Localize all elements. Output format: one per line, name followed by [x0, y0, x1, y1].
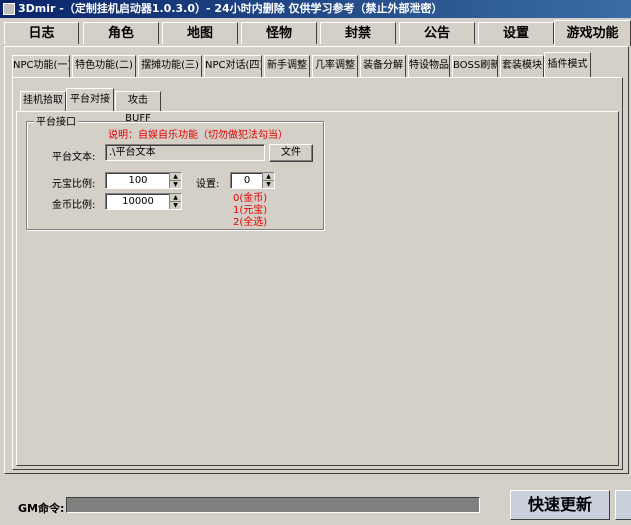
- gold-ratio-label: 金币比例:: [52, 200, 96, 211]
- window-title: 3Dmir -（定制挂机启动器1.0.3.0）- 24小时内删除 仅供学习参考（…: [18, 2, 443, 15]
- innertab-attack-buff[interactable]: 攻击BUFF: [115, 91, 161, 124]
- subtab-boss-refresh[interactable]: BOSS刷新: [452, 55, 498, 77]
- tab-settings[interactable]: 设置: [478, 22, 554, 44]
- spin-up-icon[interactable]: ▲: [170, 173, 181, 181]
- yuanbao-ratio-label: 元宝比例:: [52, 179, 96, 190]
- subtab-newbie-adjust[interactable]: 新手调整: [264, 55, 310, 77]
- subtab-special-functions[interactable]: 特色功能(二): [72, 55, 136, 77]
- setting-value: 0: [243, 175, 251, 186]
- spin-down-icon[interactable]: ▼: [263, 181, 274, 188]
- subtab-special-items[interactable]: 特设物品: [408, 55, 450, 77]
- gm-command-input[interactable]: [66, 497, 480, 513]
- tab-monster[interactable]: 怪物: [241, 22, 317, 44]
- subtab-equipment-decompose[interactable]: 装备分解: [360, 55, 406, 77]
- yuanbao-ratio-input[interactable]: 100 ▲ ▼: [105, 172, 182, 189]
- innertab-auto-pickup[interactable]: 挂机拾取: [20, 91, 66, 111]
- tab-announcement[interactable]: 公告: [399, 22, 475, 44]
- spin-up-icon[interactable]: ▲: [263, 173, 274, 181]
- subtab-npc-functions[interactable]: NPC功能(一): [12, 55, 70, 77]
- spin-down-icon[interactable]: ▼: [170, 181, 181, 188]
- subtab-plugin-mode[interactable]: 插件模式: [544, 52, 591, 78]
- setting-input[interactable]: 0 ▲ ▼: [230, 172, 275, 189]
- gold-ratio-value: 10000: [122, 196, 154, 207]
- spin-down-icon[interactable]: ▼: [170, 202, 181, 209]
- platform-text-field[interactable]: .\平台文本: [105, 144, 265, 161]
- subtab-npc-dialog[interactable]: NPC对话(四): [204, 55, 262, 77]
- yuanbao-ratio-spinner[interactable]: ▲ ▼: [169, 173, 181, 188]
- tab-ban[interactable]: 封禁: [320, 22, 396, 44]
- file-button[interactable]: 文件: [269, 144, 313, 162]
- gold-ratio-input[interactable]: 10000 ▲ ▼: [105, 193, 182, 210]
- title-bar: 3Dmir -（定制挂机启动器1.0.3.0）- 24小时内删除 仅供学习参考（…: [0, 0, 631, 18]
- setting-option-all: 2(全选): [233, 217, 268, 228]
- platform-note: 说明：自娱自乐功能（切勿做犯法勾当）: [108, 130, 288, 141]
- gm-command-label: GM命令:: [18, 502, 65, 515]
- app-icon: [3, 3, 15, 15]
- quick-update-button[interactable]: 快速更新: [510, 490, 610, 520]
- spin-up-icon[interactable]: ▲: [170, 194, 181, 202]
- subtab-stall-functions[interactable]: 摆摊功能(三): [138, 55, 202, 77]
- gold-ratio-spinner[interactable]: ▲ ▼: [169, 194, 181, 209]
- setting-label: 设置:: [196, 179, 220, 190]
- yuanbao-ratio-value: 100: [128, 175, 148, 186]
- partial-button[interactable]: [615, 490, 631, 520]
- tab-character[interactable]: 角色: [83, 22, 159, 44]
- subtab-probability-adjust[interactable]: 几率调整: [312, 55, 358, 77]
- tab-game-functions[interactable]: 游戏功能: [554, 20, 631, 46]
- tab-log[interactable]: 日志: [4, 22, 79, 44]
- platform-text-label: 平台文本:: [52, 152, 96, 163]
- setting-spinner[interactable]: ▲ ▼: [262, 173, 274, 188]
- tab-map[interactable]: 地图: [162, 22, 238, 44]
- platform-group-title: 平台接口: [34, 113, 78, 128]
- main-tab-strip: 日志 角色 地图 怪物 封禁 公告 设置 游戏功能: [4, 20, 631, 46]
- innertab-platform-connect[interactable]: 平台对接: [66, 88, 114, 112]
- subtab-set-module[interactable]: 套装模块: [500, 55, 544, 77]
